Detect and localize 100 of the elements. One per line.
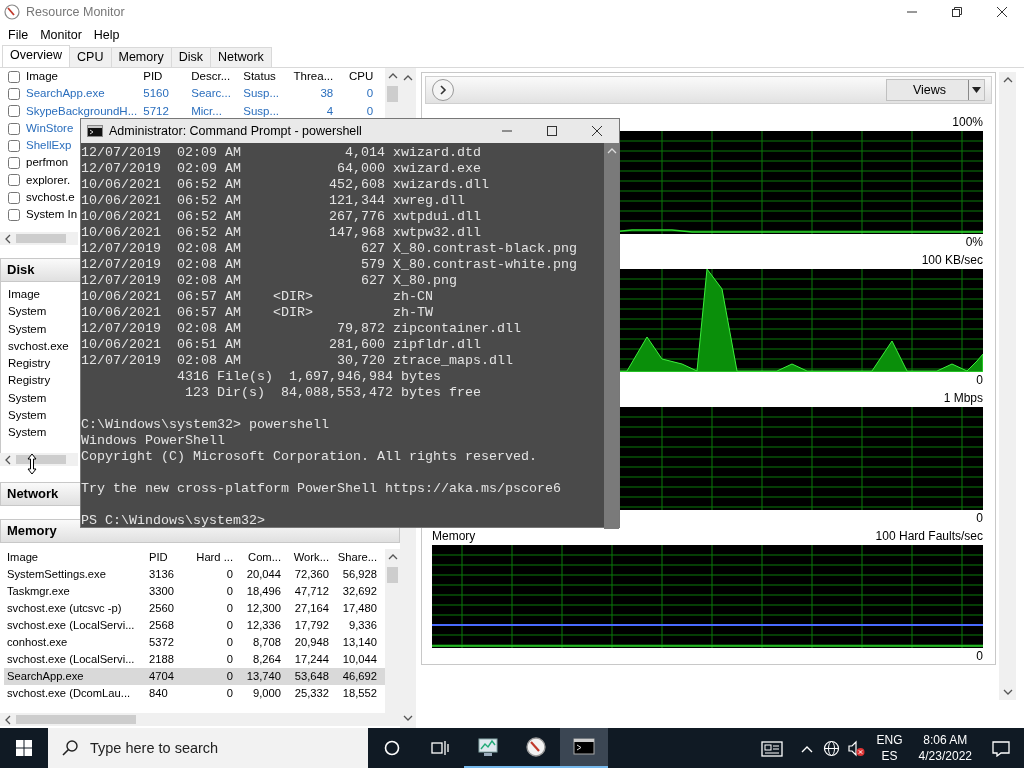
chevron-up-icon[interactable] (800, 744, 813, 753)
row-checkbox[interactable] (8, 139, 20, 152)
window-title: Resource Monitor (26, 3, 125, 21)
table-cell: 2560 (149, 602, 174, 615)
column-header[interactable]: PID (149, 551, 168, 564)
console-line: 10/06/2021 06:52 AM 452,608 xwizards.dll (81, 177, 489, 193)
column-header[interactable]: Hard ... (196, 551, 233, 564)
table-cell: 0 (226, 687, 233, 700)
scroll-left-icon[interactable] (4, 233, 12, 244)
scroll-thumb[interactable] (387, 86, 398, 102)
tab[interactable]: Disk (170, 47, 211, 67)
console-line: 12/07/2019 02:09 AM 4,014 xwizard.dtd (81, 145, 481, 161)
task-view-icon (431, 740, 449, 756)
table-cell: 18,552 (342, 687, 377, 700)
window-title: Administrator: Command Prompt - powershell (109, 122, 363, 140)
table-cell: System (8, 391, 47, 404)
horizontal-scrollbar[interactable] (0, 232, 78, 245)
table-cell: 9,336 (349, 619, 377, 632)
scroll-left-icon[interactable] (4, 454, 12, 465)
table-cell: SkypeBackgroundH... (26, 104, 138, 117)
table-cell: svchost.exe (LocalServi... (7, 619, 135, 632)
header-checkbox[interactable] (8, 70, 20, 83)
column-header[interactable]: Image (5, 286, 72, 304)
search-field[interactable]: Type here to search (48, 728, 368, 768)
clock-time[interactable]: 8:06 AM (923, 732, 968, 748)
column-header[interactable]: Share... (337, 551, 377, 564)
scroll-down-icon[interactable] (1002, 688, 1013, 696)
column-header[interactable]: PID (140, 68, 189, 86)
tab[interactable]: CPU (69, 47, 112, 67)
section-title[interactable]: Disk (7, 260, 35, 280)
menu-item[interactable]: Monitor (34, 25, 88, 45)
column-header[interactable]: Work... (293, 551, 329, 564)
scale-label: 1 Mbps (943, 390, 983, 407)
vertical-scrollbar[interactable] (999, 72, 1016, 700)
selected-row[interactable]: SearchApp.exe 4704 0 13,740 53,648 46,692 (4, 668, 385, 685)
tab[interactable]: Overview (2, 45, 71, 67)
table-cell: perfmon (26, 156, 69, 169)
row-checkbox[interactable] (8, 174, 20, 187)
close-icon (591, 126, 602, 136)
table-cell: 20,948 (294, 636, 329, 649)
table-cell: 0 (226, 619, 233, 632)
menu-item[interactable]: File (2, 25, 35, 45)
vertical-scrollbar[interactable] (604, 143, 619, 529)
menu-item[interactable]: Help (87, 25, 126, 45)
column-header[interactable]: Image (7, 551, 39, 564)
scroll-thumb[interactable] (387, 567, 398, 583)
column-header[interactable]: Descr... (188, 68, 241, 86)
section-title[interactable]: Network (7, 484, 59, 504)
table-cell: 17,244 (294, 653, 329, 666)
column-header[interactable]: CPU (336, 68, 377, 86)
scroll-up-icon[interactable] (1002, 76, 1013, 84)
clock-date[interactable]: 4/23/2022 (918, 748, 972, 764)
table-cell: 27,164 (294, 602, 329, 615)
table-cell: Susp... (243, 104, 280, 117)
row-checkbox[interactable] (8, 208, 20, 221)
news-icon[interactable] (760, 740, 783, 757)
table-cell: SystemSettings.exe (7, 568, 106, 581)
expand-button[interactable] (432, 79, 454, 101)
speaker-muted-icon[interactable] (847, 740, 865, 758)
section-title[interactable]: Memory (7, 521, 57, 541)
scroll-up-icon[interactable] (387, 553, 398, 561)
console-line: C:\Windows\system32> powershell (81, 417, 329, 433)
scroll-thumb[interactable] (16, 715, 136, 724)
taskbar-app-button[interactable] (560, 728, 608, 768)
column-header[interactable]: Status (240, 68, 291, 86)
console-line: 123 Dir(s) 84,088,553,472 bytes free (183, 385, 481, 401)
row-checkbox[interactable] (8, 105, 20, 118)
console-line: 10/06/2021 06:52 AM 121,344 xwreg.dll (81, 193, 465, 209)
column-header[interactable]: Threa... (290, 68, 337, 86)
row-checkbox[interactable] (8, 122, 20, 135)
four-panes-icon (16, 740, 32, 756)
views-button[interactable]: Views (885, 79, 985, 101)
table-cell: 0 (226, 602, 233, 615)
scroll-down-icon[interactable] (403, 714, 413, 722)
table-cell: 17,480 (342, 602, 377, 615)
column-header[interactable]: Com... (248, 551, 281, 564)
scroll-up-icon[interactable] (403, 74, 413, 82)
column-header[interactable]: Image (23, 68, 141, 86)
table-cell: svchost.exe (utcsvc -p) (7, 602, 122, 615)
scroll-thumb[interactable] (16, 234, 66, 243)
globe-icon[interactable] (822, 740, 840, 758)
table-cell: 56,928 (342, 568, 377, 581)
scroll-up-icon[interactable] (387, 72, 398, 80)
row-checkbox[interactable] (8, 88, 20, 101)
scale-label: 100 KB/sec (921, 252, 983, 269)
table-cell: 12,300 (246, 602, 281, 615)
row-checkbox[interactable] (8, 191, 20, 204)
table-cell: explorer. (26, 173, 71, 186)
table-cell: 5372 (149, 636, 174, 649)
scroll-left-icon[interactable] (4, 714, 12, 725)
tab[interactable]: Network (209, 47, 272, 67)
console-line: 12/07/2019 02:09 AM 64,000 xwizard.exe (81, 161, 481, 177)
console-line: 10/06/2021 06:52 AM 147,968 xwtpw32.dll (81, 225, 481, 241)
tab[interactable]: Memory (110, 47, 172, 67)
table-cell: 4704 (149, 670, 174, 683)
message-icon[interactable] (992, 740, 1010, 757)
row-checkbox[interactable] (8, 157, 20, 170)
keyboard-layout[interactable]: ES (881, 748, 898, 764)
language-indicator[interactable]: ENG (876, 732, 903, 748)
horizontal-scrollbar[interactable] (0, 713, 400, 726)
